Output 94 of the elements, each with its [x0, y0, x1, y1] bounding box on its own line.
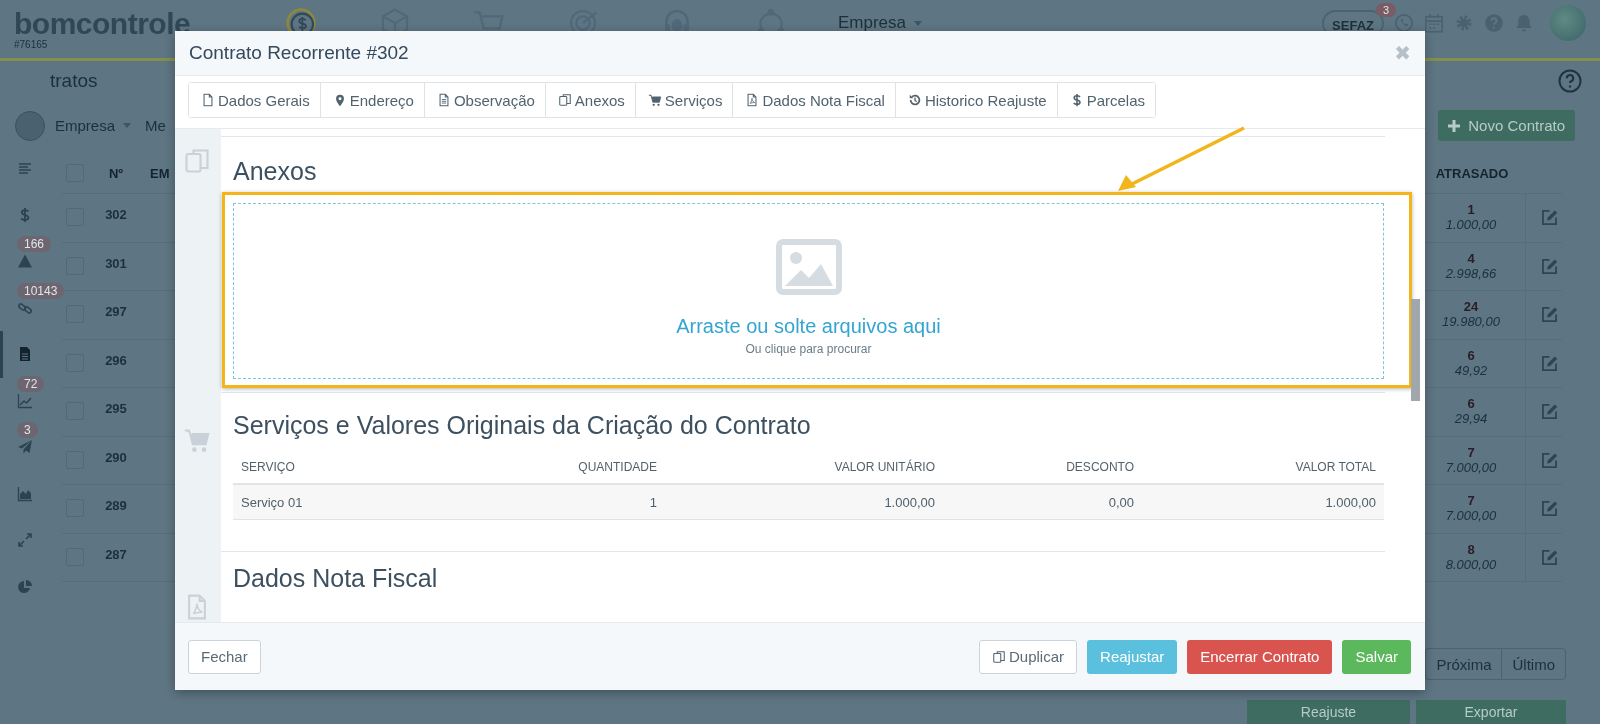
count-badge: 72: [17, 375, 45, 392]
edit-icon[interactable]: [1539, 256, 1559, 276]
scrollbar-thumb[interactable]: [1411, 299, 1420, 401]
edit-icon[interactable]: [1539, 305, 1559, 325]
page-title: tratos: [50, 70, 98, 93]
edit-icon[interactable]: [1539, 450, 1559, 470]
column-header: Nº: [107, 165, 125, 181]
table-cell-text: 302: [104, 207, 128, 222]
count-badge: 3: [17, 422, 38, 438]
new-contract-button[interactable]: Novo Contrato: [1438, 110, 1575, 142]
expand-icon[interactable]: [16, 532, 33, 549]
footer-button[interactable]: Reajustar: [1087, 639, 1178, 674]
overdue-value: 7.000,00: [1445, 459, 1497, 475]
warning-icon[interactable]: [16, 253, 33, 270]
notification-badge: 3: [1376, 3, 1397, 17]
table-cell-text: 287: [104, 546, 128, 562]
pdf-file-icon: [745, 93, 760, 107]
company-filter[interactable]: Empresa: [55, 117, 132, 135]
file-icon: [201, 93, 215, 107]
pie-chart-icon[interactable]: [16, 578, 33, 595]
overdue-value: 2.998,66: [1445, 265, 1497, 281]
footer-button[interactable]: Encerrar Contrato: [1187, 639, 1333, 674]
drop-hint: Ou clique para procurar: [745, 342, 872, 356]
cart-icon: [647, 93, 662, 107]
edit-icon[interactable]: [1539, 353, 1559, 373]
edit-icon[interactable]: [1539, 402, 1559, 422]
table-cell-text: 297: [104, 304, 128, 319]
drop-text: Arraste ou solte arquivos aqui: [676, 315, 941, 338]
overdue-count: 1: [1467, 202, 1475, 217]
edit-icon[interactable]: [1539, 208, 1559, 228]
section-title: Serviços e Valores Originais da Criação do Contrato: [233, 410, 811, 441]
table-cell-text: 1: [648, 494, 658, 510]
overdue-count: 7: [1467, 493, 1475, 508]
overdue-value: 1.000,00: [1445, 217, 1497, 232]
overdue-count: 7: [1467, 444, 1475, 460]
table-cell-text: 1.000,00: [883, 494, 936, 510]
column-header: SERVIÇO: [240, 460, 296, 474]
overdue-value: 49,92: [1454, 362, 1488, 378]
table-cell-text: 0,00: [1107, 494, 1135, 510]
history-icon: [907, 93, 922, 107]
pagination-button[interactable]: Último: [1501, 648, 1566, 680]
table-cell-text: 295: [104, 401, 128, 416]
copy-icon: [183, 147, 211, 175]
overdue-value: 8.000,00: [1445, 556, 1497, 572]
table-cell-text: 1.000,00: [1324, 494, 1377, 510]
modal-title: Contrato Recorrente #302: [189, 42, 409, 64]
action-button[interactable]: Reajuste: [1247, 700, 1410, 724]
line-chart-icon[interactable]: [16, 392, 33, 409]
overdue-count: 6: [1467, 347, 1475, 363]
overdue-value: 29,94: [1454, 411, 1488, 426]
overdue-value: 19.980,00: [1442, 314, 1500, 329]
phone-icon[interactable]: [1394, 13, 1414, 33]
plus-icon: [1448, 119, 1461, 132]
table-cell-text: Serviço 01: [240, 494, 304, 510]
overdue-count: 24: [1463, 299, 1479, 314]
help-icon[interactable]: [1558, 69, 1582, 94]
area-chart-icon[interactable]: [16, 485, 33, 502]
tab[interactable]: Dados Gerais: [189, 83, 321, 117]
column-header: EM: [150, 165, 170, 181]
file-drop-zone[interactable]: Arraste ou solte arquivos aqui Ou clique para procurar: [233, 203, 1384, 379]
count-badge: 10143: [17, 282, 65, 299]
filter-toggle[interactable]: [15, 110, 45, 141]
image-icon: [775, 239, 842, 295]
footer-button[interactable]: Duplicar: [979, 639, 1078, 674]
avatar[interactable]: [1550, 5, 1586, 41]
overdue-count: 6: [1467, 396, 1475, 411]
filter-dropdown[interactable]: Me: [145, 117, 166, 135]
section-title: Anexos: [233, 156, 317, 187]
edit-icon[interactable]: [1539, 547, 1559, 567]
action-button[interactable]: Exportar: [1416, 700, 1566, 724]
menu-icon[interactable]: [16, 160, 33, 177]
account-number: #76165: [14, 38, 48, 50]
column-header: VALOR TOTAL: [1294, 460, 1377, 474]
section-title: Dados Nota Fiscal: [233, 563, 438, 594]
column-header: QUANTIDADE: [577, 460, 658, 474]
overdue-count: 4: [1467, 250, 1475, 266]
table-cell-text: 289: [104, 498, 128, 513]
close-button[interactable]: Fechar: [188, 639, 261, 674]
table-cell-text: 290: [104, 449, 128, 465]
paper-plane-icon[interactable]: [16, 439, 33, 456]
table-cell-text: 301: [104, 255, 128, 271]
table-cell-text: 296: [104, 352, 128, 368]
copy-icon: [557, 93, 572, 107]
column-header: VALOR UNITÁRIO: [833, 460, 936, 474]
column-header: DESCONTO: [1065, 460, 1135, 474]
copy-icon: [992, 649, 1006, 664]
count-badge: 166: [17, 236, 52, 252]
calendar-icon[interactable]: [1424, 13, 1444, 33]
footer-button[interactable]: Salvar: [1342, 639, 1411, 674]
overdue-count: 8: [1467, 541, 1475, 557]
overdue-value: 7.000,00: [1445, 508, 1497, 523]
edit-icon[interactable]: [1539, 499, 1559, 519]
document-icon: [436, 93, 451, 107]
column-header: ATRASADO: [1434, 165, 1510, 181]
